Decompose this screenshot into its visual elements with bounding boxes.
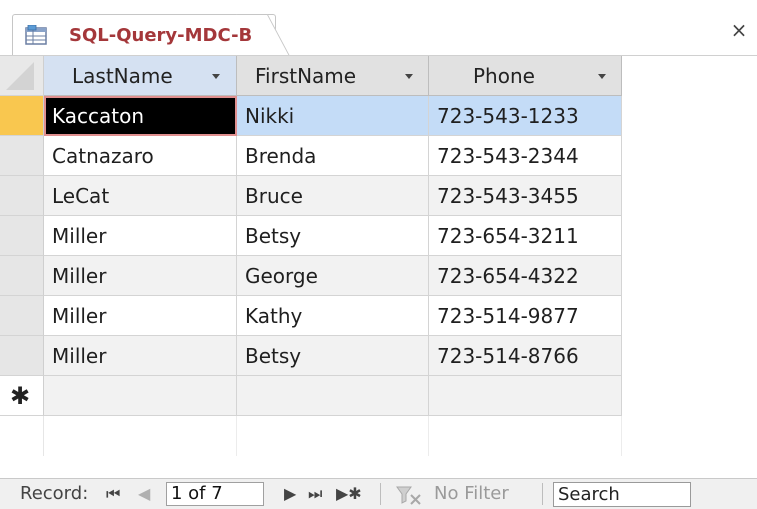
table-row[interactable]: Miller George 723-654-4322 [0, 256, 622, 296]
sort-filter-dropdown-icon[interactable] [598, 74, 606, 79]
new-record-icon[interactable]: ▶✱ [336, 479, 362, 509]
cell-firstname[interactable]: Nikki [237, 96, 429, 136]
cell-lastname[interactable]: Miller [44, 336, 237, 376]
cell-phone[interactable]: 723-543-1233 [429, 96, 622, 136]
cell-lastname[interactable]: Miller [44, 216, 237, 256]
column-header-label: Phone [473, 64, 535, 88]
column-header-lastname[interactable]: LastName [44, 56, 237, 96]
row-selector[interactable] [0, 136, 44, 176]
select-all-corner[interactable] [0, 56, 44, 96]
column-header-phone[interactable]: Phone [429, 56, 622, 96]
row-selector[interactable] [0, 96, 44, 136]
column-header-firstname[interactable]: FirstName [237, 56, 429, 96]
cell-lastname[interactable]: Miller [44, 256, 237, 296]
new-record-selector[interactable]: ✱ [0, 376, 44, 416]
sort-filter-dropdown-icon[interactable] [212, 74, 220, 79]
cell-firstname[interactable]: Betsy [237, 216, 429, 256]
row-selector[interactable] [0, 336, 44, 376]
table-row[interactable]: Miller Betsy 723-514-8766 [0, 336, 622, 376]
table-row[interactable]: Catnazaro Brenda 723-543-2344 [0, 136, 622, 176]
row-selector[interactable] [0, 256, 44, 296]
cell-firstname[interactable]: Kathy [237, 296, 429, 336]
column-header-label: LastName [72, 64, 173, 88]
row-selector[interactable] [0, 176, 44, 216]
new-record-star-icon: ✱ [10, 382, 31, 410]
cell-phone[interactable]: 723-654-4322 [429, 256, 622, 296]
document-tab-bar: SQL-Query-MDC-B × [0, 0, 757, 56]
record-navigation-bar: Record: ⏮ ◀ 1 of 7 ▶ ⏭ ▶✱ No Filter Sear… [0, 478, 757, 509]
query-tab[interactable]: SQL-Query-MDC-B [12, 14, 276, 56]
cell-lastname[interactable]: Catnazaro [44, 136, 237, 176]
table-row[interactable]: LeCat Bruce 723-543-3455 [0, 176, 622, 216]
empty-grid-area [0, 416, 757, 456]
first-record-icon[interactable]: ⏮ [106, 479, 120, 509]
next-record-icon[interactable]: ▶ [284, 479, 296, 509]
divider [542, 483, 543, 505]
column-header-label: FirstName [255, 64, 357, 88]
tab-title: SQL-Query-MDC-B [69, 25, 253, 46]
table-row[interactable]: Miller Betsy 723-654-3211 [0, 216, 622, 256]
query-datasheet-icon [25, 25, 47, 45]
column-header-row: LastName FirstName Phone [0, 56, 622, 96]
close-tab-button[interactable]: × [729, 20, 749, 40]
search-input[interactable]: Search [553, 482, 691, 507]
no-filter-button[interactable]: No Filter [434, 479, 509, 509]
cell-phone[interactable]: 723-514-8766 [429, 336, 622, 376]
new-cell-firstname[interactable] [237, 376, 429, 416]
row-selector[interactable] [0, 296, 44, 336]
cell-lastname[interactable]: LeCat [44, 176, 237, 216]
cell-phone[interactable]: 723-654-3211 [429, 216, 622, 256]
sort-filter-dropdown-icon[interactable] [405, 74, 413, 79]
last-record-icon[interactable]: ⏭ [308, 479, 322, 509]
divider [380, 483, 381, 505]
previous-record-icon[interactable]: ◀ [138, 479, 150, 509]
cell-phone[interactable]: 723-543-2344 [429, 136, 622, 176]
datasheet-grid: LastName FirstName Phone Kaccaton Nikki … [0, 56, 757, 456]
row-selector[interactable] [0, 216, 44, 256]
new-cell-phone[interactable] [429, 376, 622, 416]
new-cell-lastname[interactable] [44, 376, 237, 416]
cell-phone[interactable]: 723-543-3455 [429, 176, 622, 216]
cell-phone[interactable]: 723-514-9877 [429, 296, 622, 336]
new-record-row[interactable]: ✱ [0, 376, 622, 416]
table-row[interactable]: Miller Kathy 723-514-9877 [0, 296, 622, 336]
table-row[interactable]: Kaccaton Nikki 723-543-1233 [0, 96, 622, 136]
record-label: Record: [20, 483, 89, 504]
cell-firstname[interactable]: George [237, 256, 429, 296]
cell-firstname[interactable]: Brenda [237, 136, 429, 176]
cell-lastname[interactable]: Kaccaton [44, 96, 237, 136]
cell-firstname[interactable]: Betsy [237, 336, 429, 376]
cell-lastname[interactable]: Miller [44, 296, 237, 336]
cell-firstname[interactable]: Bruce [237, 176, 429, 216]
filter-icon [396, 486, 421, 505]
current-record-field[interactable]: 1 of 7 [166, 482, 264, 506]
